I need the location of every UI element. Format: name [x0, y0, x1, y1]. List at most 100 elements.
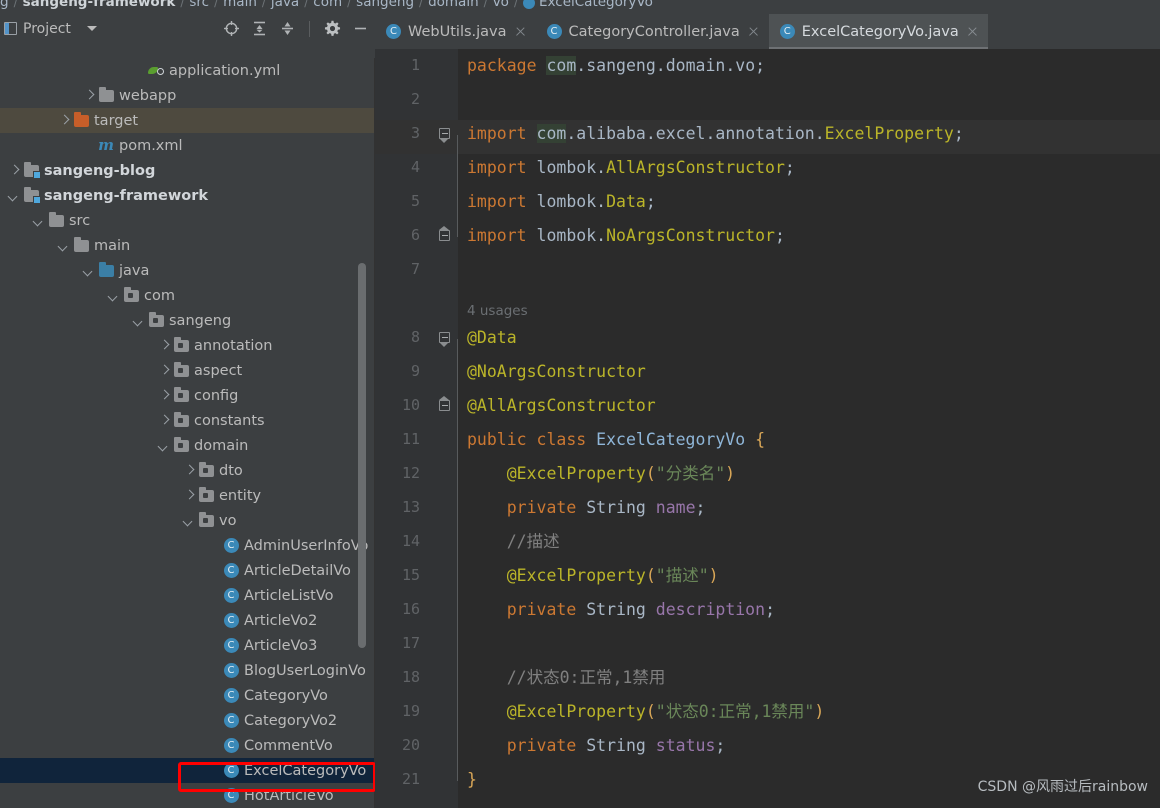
breadcrumb-item-3[interactable]: main	[223, 0, 257, 9]
close-icon[interactable]	[966, 26, 978, 38]
tree-item-src[interactable]: src	[0, 208, 375, 233]
tree-item-label: constants	[194, 412, 265, 429]
package-icon	[198, 461, 214, 477]
chevron-down-icon[interactable]	[56, 238, 72, 254]
tree-item-sangeng[interactable]: sangeng	[0, 308, 375, 333]
breadcrumb-item-6[interactable]: sangeng	[356, 0, 414, 9]
code-line: import lombok.Data;	[467, 192, 656, 211]
chevron-down-icon[interactable]	[181, 513, 197, 529]
fold-expanded-icon[interactable]	[438, 332, 451, 347]
editor-tab-bar[interactable]: C WebUtils.java C CategoryController.java C E…	[375, 14, 1160, 49]
chevron-right-icon[interactable]	[181, 463, 197, 479]
hide-icon[interactable]	[351, 20, 369, 38]
breadcrumb-item-8[interactable]: vo	[493, 0, 509, 9]
breadcrumb[interactable]: g / sangeng-framework / src / main / jav…	[0, 0, 1160, 14]
tree-item-adminuserinfovo[interactable]: C AdminUserInfoVo	[0, 533, 375, 558]
tree-item-articlelistvo[interactable]: C ArticleListVo	[0, 583, 375, 608]
tree-item-java[interactable]: java	[0, 258, 375, 283]
tree-item-application-yml[interactable]: application.yml	[0, 58, 375, 83]
java-class-icon: C	[223, 738, 239, 753]
tree-item-annotation[interactable]: annotation	[0, 333, 375, 358]
chevron-down-icon[interactable]	[131, 313, 147, 329]
tree-item-hotarticlevo[interactable]: C HotArticleVo	[0, 783, 375, 808]
tree-item-domain[interactable]: domain	[0, 433, 375, 458]
ide-window: g / sangeng-framework / src / main / jav…	[0, 0, 1160, 808]
tree-item-label: ArticleVo3	[244, 637, 318, 654]
java-class-icon: C	[223, 638, 239, 653]
chevron-right-icon[interactable]	[156, 388, 172, 404]
chevron-down-icon[interactable]	[6, 188, 22, 204]
editor-gutter[interactable]: 1 2 3 4 5 6 7 8 9 10 11 12 13 14 15 16 17 18 19 20 21	[375, 49, 458, 808]
chevron-right-icon[interactable]	[156, 338, 172, 354]
tree-item-label: entity	[219, 487, 262, 504]
code-content[interactable]: 4 usages package com.sangeng.domain.vo; im…	[458, 49, 1160, 808]
tree-item-bloguserloginvo[interactable]: C BlogUserLoginVo	[0, 658, 375, 683]
tree-item-config[interactable]: config	[0, 383, 375, 408]
code-line: //描述	[506, 532, 560, 551]
breadcrumb-separator: /	[304, 0, 309, 9]
editor-tab-excelcategoryvo[interactable]: C ExcelCategoryVo.java	[768, 14, 988, 49]
chevron-right-icon[interactable]	[181, 488, 197, 504]
tree-item-excelcategoryvo[interactable]: C ExcelCategoryVo	[0, 758, 375, 783]
tree-item-webapp[interactable]: webapp	[0, 83, 375, 108]
tree-item-commentvo[interactable]: C CommentVo	[0, 733, 375, 758]
chevron-down-icon[interactable]	[31, 213, 47, 229]
collapse-all-icon[interactable]	[278, 20, 296, 38]
close-icon[interactable]	[747, 26, 759, 38]
breadcrumb-item-5[interactable]: com	[313, 0, 342, 9]
breadcrumb-item-2[interactable]: src	[189, 0, 209, 9]
chevron-down-icon[interactable]	[81, 263, 97, 279]
tree-item-categoryvo2[interactable]: C CategoryVo2	[0, 708, 375, 733]
tree-item-aspect[interactable]: aspect	[0, 358, 375, 383]
tree-item-label: annotation	[194, 337, 273, 354]
code-editor[interactable]: 1 2 3 4 5 6 7 8 9 10 11 12 13 14 15 16 17 18 19 20 21 4 usag…	[375, 49, 1160, 808]
line-number: 5	[410, 192, 420, 210]
tree-item-vo[interactable]: vo	[0, 508, 375, 533]
tree-item-articlevo3[interactable]: C ArticleVo3	[0, 633, 375, 658]
chevron-down-icon[interactable]	[86, 26, 97, 31]
project-tree[interactable]: application.yml webapp target m pom.xml sange…	[0, 58, 375, 808]
chevron-right-icon[interactable]	[156, 413, 172, 429]
editor-tab-categorycontroller[interactable]: C CategoryController.java	[536, 14, 769, 49]
editor-tab-webutils[interactable]: C WebUtils.java	[375, 14, 536, 49]
tree-item-sangeng-blog[interactable]: sangeng-blog	[0, 158, 375, 183]
tree-item-label: sangeng-blog	[44, 162, 156, 179]
tree-item-label: ArticleVo2	[244, 612, 318, 629]
gear-icon[interactable]	[323, 20, 341, 38]
tree-item-articledetailvo[interactable]: C ArticleDetailVo	[0, 558, 375, 583]
tree-item-dto[interactable]: dto	[0, 458, 375, 483]
chevron-down-icon[interactable]	[156, 438, 172, 454]
tree-item-target[interactable]: target	[0, 108, 375, 133]
tree-item-com[interactable]: com	[0, 283, 375, 308]
chevron-right-icon[interactable]	[6, 163, 22, 179]
fold-end-icon[interactable]	[438, 396, 451, 413]
fold-end-icon[interactable]	[438, 226, 451, 243]
yaml-file-icon	[148, 64, 164, 78]
tree-scrollbar[interactable]	[358, 263, 366, 648]
fold-expanded-icon[interactable]	[438, 128, 451, 143]
chevron-right-icon[interactable]	[56, 113, 72, 129]
expand-all-icon[interactable]	[250, 20, 268, 38]
breadcrumb-item-4[interactable]: java	[271, 0, 299, 9]
breadcrumb-item-1[interactable]: sangeng-framework	[23, 0, 176, 9]
tree-item-articlevo2[interactable]: C ArticleVo2	[0, 608, 375, 633]
java-class-icon: C	[223, 563, 239, 578]
breadcrumb-item-7[interactable]: domain	[428, 0, 479, 9]
tree-item-sangeng-framework[interactable]: sangeng-framework	[0, 183, 375, 208]
close-icon[interactable]	[514, 26, 526, 38]
tree-item-pom-xml[interactable]: m pom.xml	[0, 133, 375, 158]
tree-item-label: ArticleDetailVo	[244, 562, 351, 579]
chevron-down-icon[interactable]	[106, 288, 122, 304]
tree-item-entity[interactable]: entity	[0, 483, 375, 508]
tree-item-categoryvo[interactable]: C CategoryVo	[0, 683, 375, 708]
scroll-from-source-icon[interactable]	[222, 20, 240, 38]
chevron-right-icon[interactable]	[156, 363, 172, 379]
breadcrumb-item-9[interactable]: ExcelCategoryVo	[539, 0, 653, 9]
breadcrumb-item-0[interactable]: g	[0, 0, 9, 9]
tree-item-main[interactable]: main	[0, 233, 375, 258]
tree-item-label: webapp	[119, 87, 177, 104]
tree-item-constants[interactable]: constants	[0, 408, 375, 433]
chevron-right-icon[interactable]	[81, 88, 97, 104]
